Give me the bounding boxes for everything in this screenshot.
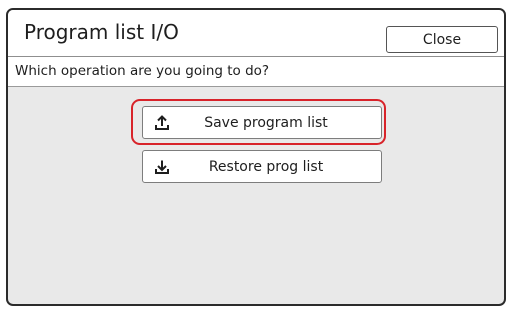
prompt-bar: Which operation are you going to do?	[8, 57, 504, 87]
title-bar: Program list I/O Close	[8, 10, 504, 57]
save-program-list-button[interactable]: Save program list	[142, 106, 382, 139]
dialog-title: Program list I/O	[24, 20, 179, 44]
upload-icon	[147, 107, 177, 138]
save-program-list-label: Save program list	[204, 114, 328, 131]
restore-prog-list-label: Restore prog list	[208, 158, 324, 175]
download-icon	[147, 151, 177, 182]
operation-prompt: Which operation are you going to do?	[15, 63, 270, 79]
restore-prog-list-button[interactable]: Restore prog list	[142, 150, 382, 183]
close-button[interactable]: Close	[386, 26, 498, 53]
program-list-io-dialog: Program list I/O Close Which operation a…	[6, 8, 506, 306]
